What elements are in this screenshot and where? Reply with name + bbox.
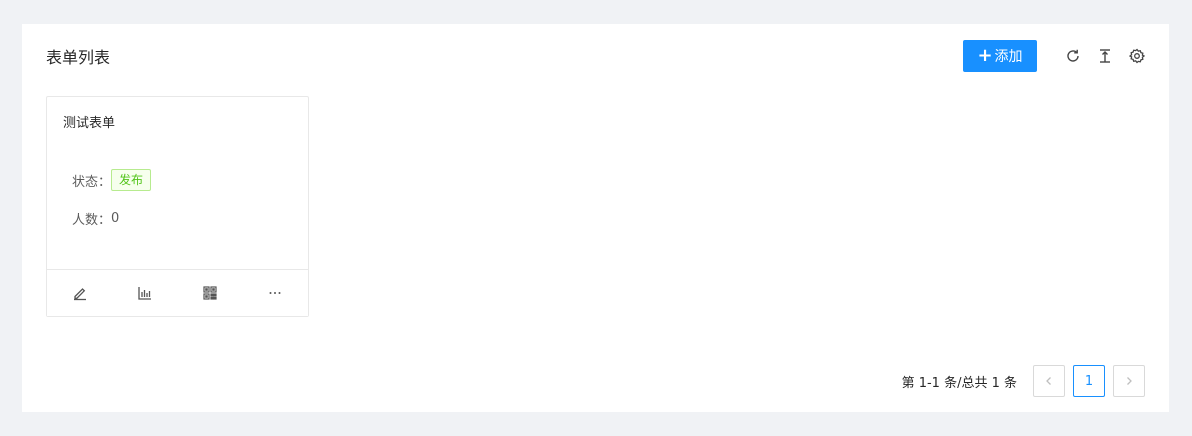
panel-header: 表单列表 + 添加 [46,40,1145,72]
left-icon [1046,377,1051,385]
count-value: 0 [111,211,120,226]
card-actions [47,269,308,316]
qrcode-icon[interactable] [178,270,243,316]
add-button[interactable]: + 添加 [963,40,1037,72]
pagination: 第 1-1 条/总共 1 条 1 [902,365,1145,397]
prev-page-button[interactable] [1033,365,1065,397]
pagination-total: 第 1-1 条/总共 1 条 [901,375,1017,391]
right-icon [1127,377,1132,385]
next-page-button[interactable] [1113,365,1145,397]
count-label: 人数： [72,213,112,228]
toolbar: + 添加 [963,40,1145,72]
card-title: 测试表单 [63,116,116,131]
status-row: 状态： 发布 [72,169,152,191]
page-title: 表单列表 [46,48,111,67]
edit-icon[interactable] [47,270,112,316]
status-badge: 发布 [111,169,152,191]
form-list-panel: 表单列表 + 添加 测试表单 状态： 发布 人数： 0 第 1-1 条/总共 1… [22,24,1169,412]
reload-icon[interactable] [1065,48,1081,64]
vertical-align-top-icon[interactable] [1097,48,1113,64]
bar-chart-icon[interactable] [112,270,177,316]
form-card[interactable]: 测试表单 状态： 发布 人数： 0 [46,96,309,317]
count-row: 人数： 0 [72,209,119,228]
ellipsis-icon[interactable] [243,270,308,316]
page-item-current[interactable]: 1 [1073,365,1105,397]
add-button-label: 添加 [994,49,1023,65]
plus-icon: + [977,45,993,66]
status-label: 状态： [72,174,112,190]
setting-icon[interactable] [1129,48,1145,64]
